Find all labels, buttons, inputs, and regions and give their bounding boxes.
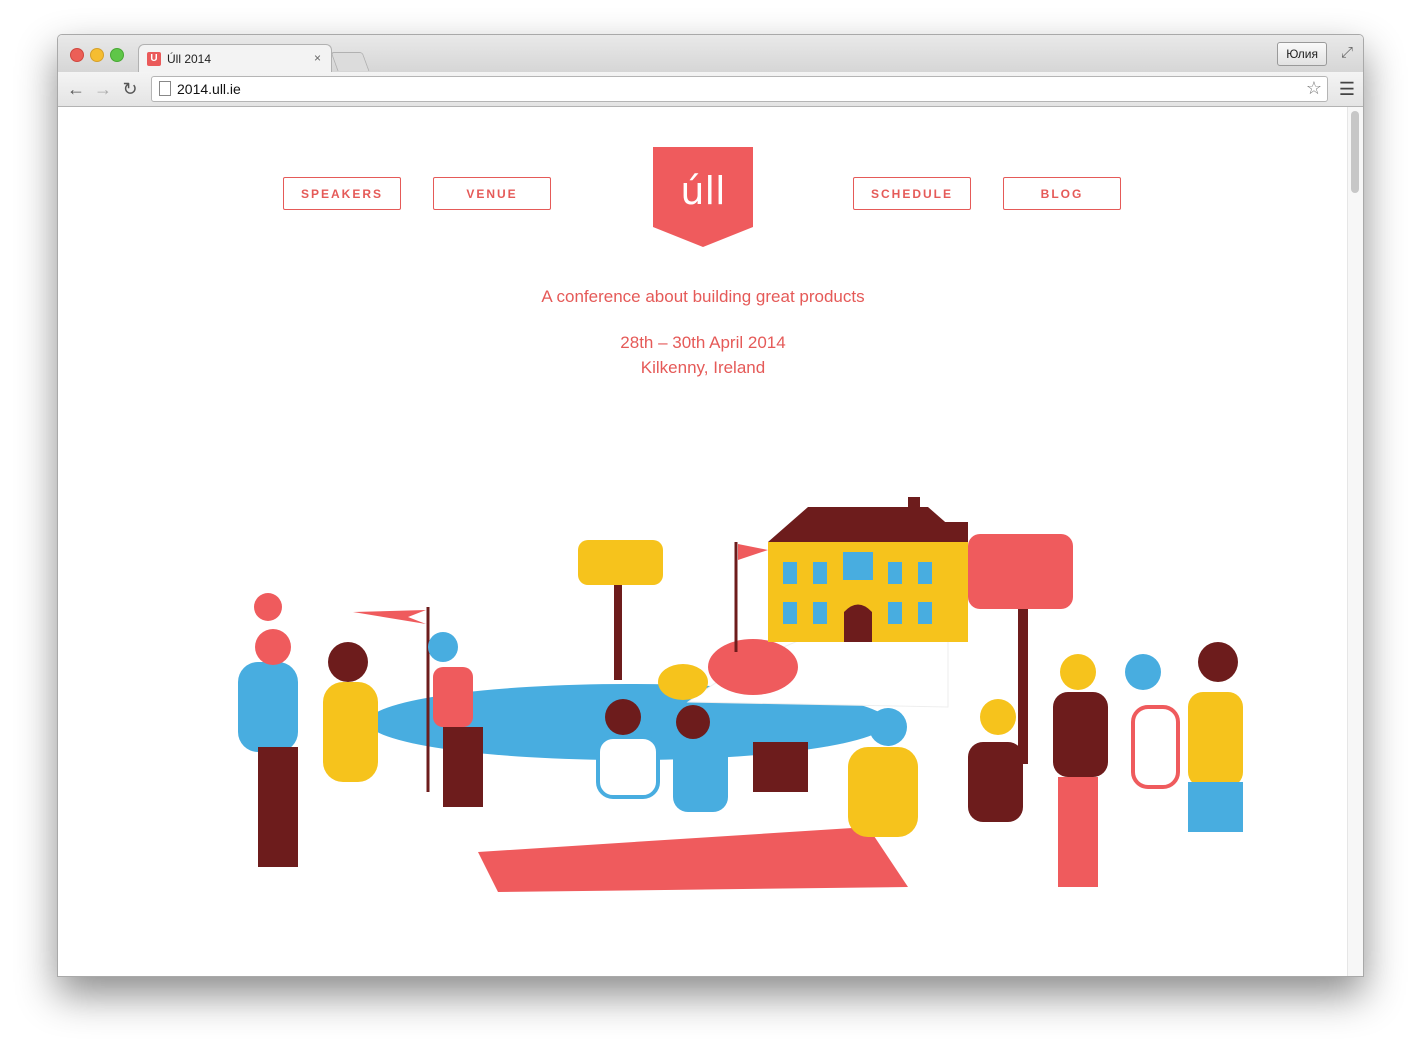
page-content: SPEAKERS VENUE SCHEDULE BLOG úll A confe… [58,107,1363,976]
pennant-center [738,544,768,560]
expand-icon[interactable]: ⤢ [1341,44,1353,61]
tab-close-icon[interactable]: × [314,51,321,65]
vertical-scrollbar[interactable] [1347,107,1363,976]
scrollbar-thumb[interactable] [1351,111,1359,193]
url-text: 2014.ull.ie [177,81,241,97]
logo-text: úll [680,169,725,213]
hamburger-menu-icon[interactable]: ☰ [1339,79,1355,100]
event-location: Kilkenny, Ireland [640,358,766,377]
page-icon [159,81,171,96]
blog-nav-button[interactable]: BLOG [1003,177,1121,210]
event-dates: 28th – 30th April 2014 [620,333,786,352]
red-tree-top [968,534,1073,609]
ull-logo[interactable]: úll [653,147,753,247]
red-tree-trunk [1018,609,1028,764]
maximize-window-button[interactable] [110,48,124,62]
pennant-left [353,610,426,624]
manor-house [768,497,968,642]
title-bar: U Úll 2014 × Юлия ⤢ [58,35,1363,73]
family-figures [238,593,378,867]
minimize-window-button[interactable] [90,48,104,62]
profile-button[interactable]: Юлия [1277,42,1327,66]
arrow-right-icon[interactable]: → [93,79,113,99]
tab-favicon: U [147,52,161,66]
venue-nav-button[interactable]: VENUE [433,177,551,210]
star-icon[interactable]: ☆ [1306,78,1322,99]
reload-icon[interactable]: ↻ [120,79,140,99]
tagline: A conference about building great produc… [541,287,865,306]
speakers-nav-button[interactable]: SPEAKERS [283,177,401,210]
toolbar: ← → ↻ 2014.ull.ie ☆ ☰ [58,72,1363,107]
browser-window: U Úll 2014 × Юлия ⤢ ← → ↻ 2014.ull.ie ☆ … [57,34,1364,977]
picnic-blanket [478,827,908,892]
arrow-left-icon[interactable]: ← [66,79,86,99]
address-bar[interactable]: 2014.ull.ie ☆ [151,76,1328,102]
picnic-illustration [238,497,1243,892]
new-tab-button[interactable] [330,52,370,71]
yellow-bush [658,664,708,700]
browser-tab[interactable]: U Úll 2014 × [138,44,332,73]
yellow-tree-trunk [614,585,622,680]
yellow-tree-top [578,540,663,585]
schedule-nav-button[interactable]: SCHEDULE [853,177,971,210]
right-group [968,642,1243,887]
tab-title: Úll 2014 [167,52,212,66]
red-bush [708,639,798,695]
close-window-button[interactable] [70,48,84,62]
